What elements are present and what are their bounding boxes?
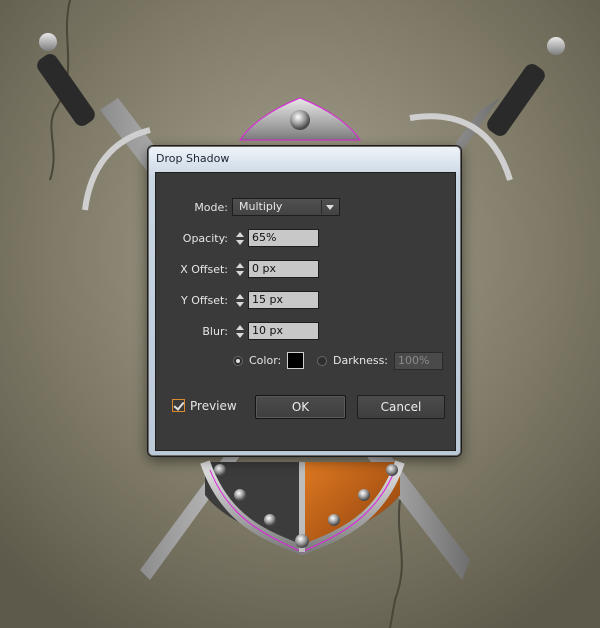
select-separator — [321, 200, 322, 214]
opacity-stepper[interactable] — [234, 229, 246, 247]
stepper-down-icon[interactable] — [236, 302, 244, 307]
mode-select[interactable]: Multiply — [232, 198, 340, 216]
stepper-up-icon[interactable] — [236, 232, 244, 237]
dialog-content: Mode: Multiply Opacity: 65% X Offset: 0 … — [155, 172, 456, 451]
mode-select-value: Multiply — [239, 200, 283, 213]
x-offset-field[interactable]: 0 px — [248, 260, 319, 278]
stepper-up-icon[interactable] — [236, 294, 244, 299]
opacity-label: Opacity: — [182, 232, 228, 245]
checkmark-icon — [173, 399, 185, 411]
stepper-up-icon[interactable] — [236, 325, 244, 330]
blur-stepper[interactable] — [234, 322, 246, 340]
y-offset-label: Y Offset: — [181, 294, 228, 307]
dialog-title: Drop Shadow — [156, 152, 230, 165]
blur-label: Blur: — [202, 325, 228, 338]
opacity-field[interactable]: 65% — [248, 229, 319, 247]
x-offset-stepper[interactable] — [234, 260, 246, 278]
stepper-down-icon[interactable] — [236, 333, 244, 338]
y-offset-stepper[interactable] — [234, 291, 246, 309]
y-offset-field[interactable]: 15 px — [248, 291, 319, 309]
darkness-field: 100% — [394, 352, 443, 370]
darkness-radio[interactable] — [317, 356, 327, 366]
stepper-up-icon[interactable] — [236, 263, 244, 268]
stepper-down-icon[interactable] — [236, 240, 244, 245]
cancel-button[interactable]: Cancel — [357, 395, 445, 419]
ok-button[interactable]: OK — [255, 395, 346, 419]
mode-label: Mode: — [194, 201, 228, 214]
stepper-down-icon[interactable] — [236, 271, 244, 276]
x-offset-label: X Offset: — [180, 263, 228, 276]
darkness-label: Darkness: — [333, 354, 389, 367]
blur-field[interactable]: 10 px — [248, 322, 319, 340]
color-radio[interactable] — [233, 356, 243, 366]
preview-label[interactable]: Preview — [190, 399, 237, 413]
chevron-down-icon[interactable] — [326, 205, 334, 210]
shadow-color-swatch[interactable] — [287, 352, 304, 369]
color-label: Color: — [249, 354, 282, 367]
preview-checkbox[interactable] — [172, 399, 185, 412]
drop-shadow-dialog: Drop Shadow Mode: Multiply Opacity: 65% … — [148, 146, 461, 456]
